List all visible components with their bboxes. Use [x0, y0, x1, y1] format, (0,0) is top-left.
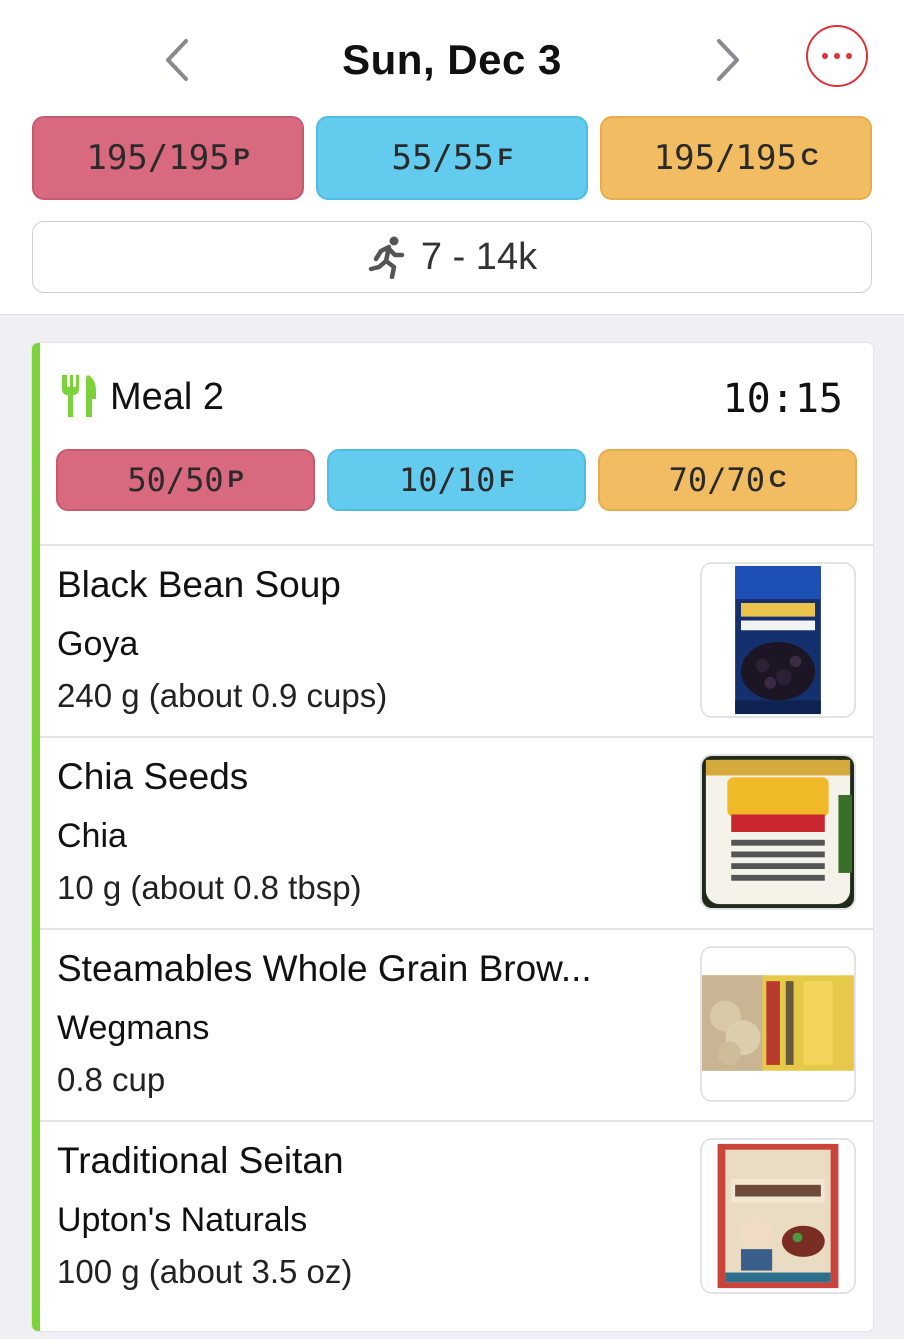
food-item-list: Black Bean Soup Goya 240 g (about 0.9 cu… — [40, 544, 873, 1312]
meal-protein-value: 50/50 — [127, 461, 224, 499]
black-bean-soup-can-image — [700, 562, 856, 718]
meal-time[interactable]: 10:15 — [723, 377, 843, 421]
ellipsis-icon — [822, 53, 828, 59]
meal-card: Meal 2 10:15 50/50 P 10/10 F 70/70 C Bla… — [32, 343, 873, 1331]
steps-range-label: 7 - 14k — [420, 235, 538, 278]
chia-seeds-jar-image — [700, 754, 856, 910]
ellipsis-dot — [834, 53, 840, 59]
daily-fat-pill[interactable]: 55/55 F — [316, 116, 588, 200]
daily-protein-unit: P — [233, 144, 250, 171]
more-options-button[interactable] — [806, 25, 868, 87]
food-item-brand: Goya — [57, 625, 139, 663]
next-day-button[interactable] — [703, 30, 753, 90]
daily-macro-targets: 195/195 P 55/55 F 195/195 C — [32, 116, 872, 200]
fork-knife-icon — [62, 375, 96, 417]
meal-macro-targets: 50/50 P 10/10 F 70/70 C — [56, 449, 857, 511]
meal-protein-unit: P — [227, 466, 244, 493]
meal-carbs-pill[interactable]: 70/70 C — [598, 449, 857, 511]
meal-carbs-unit: C — [768, 466, 787, 493]
food-item-name: Steamables Whole Grain Brow... — [57, 948, 592, 989]
meal-fat-unit: F — [499, 466, 514, 493]
daily-carbs-value: 195/195 — [653, 138, 797, 178]
food-item-name: Chia Seeds — [57, 756, 249, 797]
brown-rice-bag-image — [700, 946, 856, 1102]
food-item-chia-seeds[interactable]: Chia Seeds Chia 10 g (about 0.8 tbsp) — [40, 736, 873, 928]
daily-fat-unit: F — [497, 144, 513, 171]
food-item-brand: Wegmans — [57, 1009, 210, 1047]
daily-carbs-unit: C — [800, 144, 819, 171]
food-item-black-bean-soup[interactable]: Black Bean Soup Goya 240 g (about 0.9 cu… — [40, 544, 873, 736]
activity-steps-button[interactable]: 7 - 14k — [32, 221, 872, 293]
meal-fat-value: 10/10 — [399, 461, 496, 499]
daily-fat-value: 55/55 — [391, 138, 494, 178]
food-item-amount: 240 g (about 0.9 cups) — [57, 677, 388, 714]
food-item-traditional-seitan[interactable]: Traditional Seitan Upton's Naturals 100 … — [40, 1120, 873, 1312]
daily-carbs-pill[interactable]: 195/195 C — [600, 116, 872, 200]
daily-protein-value: 195/195 — [86, 138, 230, 178]
food-item-amount: 100 g (about 3.5 oz) — [57, 1253, 353, 1290]
chevron-right-icon — [717, 39, 739, 81]
food-item-name: Black Bean Soup — [57, 564, 341, 605]
date-title: Sun, Dec 3 — [342, 36, 562, 83]
food-item-amount: 0.8 cup — [57, 1061, 166, 1098]
meal-accent-bar — [32, 343, 40, 1331]
ellipsis-dot — [846, 53, 852, 59]
running-person-icon — [368, 236, 405, 279]
meal-protein-pill[interactable]: 50/50 P — [56, 449, 315, 511]
seitan-package-image — [700, 1138, 856, 1294]
food-item-steamables-brown-rice[interactable]: Steamables Whole Grain Brow... Wegmans 0… — [40, 928, 873, 1120]
meal-fat-pill[interactable]: 10/10 F — [327, 449, 586, 511]
meal-title[interactable]: Meal 2 — [110, 375, 224, 419]
meal-carbs-value: 70/70 — [668, 461, 765, 499]
food-item-brand: Chia — [57, 817, 127, 855]
food-item-amount: 10 g (about 0.8 tbsp) — [57, 869, 362, 906]
daily-protein-pill[interactable]: 195/195 P — [32, 116, 304, 200]
food-item-brand: Upton's Naturals — [57, 1201, 308, 1239]
food-item-name: Traditional Seitan — [57, 1140, 344, 1181]
day-header: Sun, Dec 3 195/195 P 55/55 F 195/195 C 7… — [0, 0, 904, 315]
